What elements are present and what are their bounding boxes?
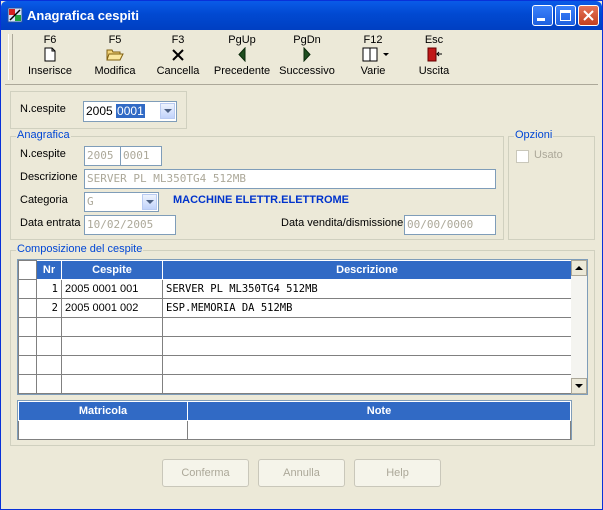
help-button[interactable]: Help	[354, 459, 441, 487]
ncespite-label: N.cespite	[20, 148, 66, 160]
table-row[interactable]	[18, 374, 572, 394]
cell-descrizione: SERVER PL ML350TG4 512MB	[162, 279, 572, 299]
table-row[interactable]	[18, 317, 572, 337]
confirm-button[interactable]: Conferma	[162, 459, 249, 487]
anagrafica-legend: Anagrafica	[16, 129, 71, 141]
data-entrata-field[interactable]: 10/02/2005	[84, 215, 176, 235]
ncespite-number-field[interactable]: 0001	[120, 146, 162, 166]
matricola-table: Matricola Note	[18, 401, 571, 440]
composizione-grid: Nr Cespite Descrizione 1 2005 0001 001 S…	[17, 259, 588, 395]
new-document-icon	[44, 47, 56, 62]
categoria-description: MACCHINE ELETTR.ELETTROME	[173, 194, 349, 206]
previous-button[interactable]: PgUp Precedente	[211, 34, 273, 82]
cell-nr: 1	[36, 279, 62, 299]
open-folder-icon	[106, 49, 124, 61]
composizione-legend: Composizione del cespite	[16, 243, 144, 255]
table-header: Matricola Note	[18, 401, 571, 421]
ncespite-year-field[interactable]: 2005	[84, 146, 121, 166]
cespite-select-year: 2005	[86, 104, 113, 118]
scroll-down-button[interactable]	[571, 378, 587, 394]
minimize-icon	[537, 18, 545, 21]
table-row[interactable]	[18, 336, 572, 356]
arrow-left-icon	[238, 46, 246, 63]
descrizione-field[interactable]: SERVER PL ML350TG4 512MB	[84, 169, 496, 189]
minimize-button[interactable]	[532, 5, 553, 26]
delete-x-icon	[172, 49, 184, 61]
matricola-grid: Matricola Note	[17, 400, 572, 440]
table-row[interactable]: 1 2005 0001 001 SERVER PL ML350TG4 512MB	[18, 279, 572, 299]
close-button[interactable]	[578, 5, 599, 26]
toolbar: F6 Inserisce F5 Modifica F3 Cancella PgU…	[5, 32, 598, 85]
categoria-value: G	[87, 195, 94, 208]
data-vendita-label: Data vendita/dismissione	[281, 217, 404, 229]
cell-cespite: 2005 0001 001	[61, 279, 163, 299]
modify-button[interactable]: F5 Modifica	[89, 34, 141, 82]
column-cespite[interactable]: Cespite	[61, 260, 163, 280]
column-matricola[interactable]: Matricola	[18, 401, 188, 421]
composizione-table: Nr Cespite Descrizione 1 2005 0001 001 S…	[18, 260, 572, 394]
composizione-group: Composizione del cespite Nr Cespite Desc…	[10, 243, 595, 446]
next-button[interactable]: PgDn Successivo	[276, 34, 338, 82]
header-corner	[18, 260, 37, 280]
column-descrizione[interactable]: Descrizione	[162, 260, 572, 280]
column-nr[interactable]: Nr	[36, 260, 62, 280]
exit-button[interactable]: Esc Uscita	[411, 34, 457, 82]
cell-nr: 2	[36, 298, 62, 318]
data-vendita-field[interactable]: 00/00/0000	[404, 215, 496, 235]
app-icon	[7, 7, 23, 23]
search-label: N.cespite	[20, 103, 66, 115]
descrizione-label: Descrizione	[20, 171, 78, 183]
cell-cespite: 2005 0001 002	[61, 298, 163, 318]
table-header: Nr Cespite Descrizione	[18, 260, 572, 280]
opzioni-legend: Opzioni	[514, 129, 554, 141]
various-button[interactable]: F12 Varie	[347, 34, 399, 82]
title-bar[interactable]: Anagrafica cespiti	[1, 1, 602, 30]
anagrafica-group: Anagrafica N.cespite 2005 0001 Descrizio…	[10, 129, 504, 240]
main-window: Anagrafica cespiti F6 Inserisce F5 Modif…	[0, 0, 603, 510]
cespite-select[interactable]: 2005 0001	[83, 101, 177, 122]
usato-checkbox[interactable]	[516, 150, 529, 163]
cell-descrizione: ESP.MEMORIA DA 512MB	[162, 298, 572, 318]
delete-button[interactable]: F3 Cancella	[153, 34, 203, 82]
opzioni-group: Opzioni Usato	[508, 129, 595, 240]
window-title: Anagrafica cespiti	[27, 8, 139, 23]
table-row[interactable]	[18, 355, 572, 375]
search-panel: N.cespite 2005 0001	[10, 91, 187, 129]
chevron-down-icon[interactable]	[142, 194, 157, 210]
cancel-button[interactable]: Annulla	[258, 459, 345, 487]
table-row[interactable]: 2 2005 0001 002 ESP.MEMORIA DA 512MB	[18, 298, 572, 318]
column-note[interactable]: Note	[187, 401, 571, 421]
exit-door-icon	[427, 47, 442, 62]
categoria-select[interactable]: G	[84, 192, 159, 212]
vertical-scrollbar[interactable]	[571, 260, 587, 394]
maximize-icon	[560, 10, 571, 21]
maximize-button[interactable]	[555, 5, 576, 26]
toolbar-grip[interactable]	[8, 34, 13, 80]
data-entrata-label: Data entrata	[20, 217, 81, 229]
categoria-label: Categoria	[20, 194, 68, 206]
insert-button[interactable]: F6 Inserisce	[23, 34, 77, 82]
arrow-up-icon	[575, 266, 583, 270]
cespite-select-number: 0001	[116, 104, 145, 118]
table-row[interactable]	[18, 420, 571, 440]
arrow-down-icon	[575, 384, 583, 388]
arrow-right-icon	[303, 46, 311, 63]
book-dropdown-icon	[362, 47, 389, 62]
chevron-down-icon[interactable]	[160, 103, 175, 119]
close-icon	[583, 10, 594, 21]
scroll-up-button[interactable]	[571, 260, 587, 276]
usato-label: Usato	[534, 149, 563, 161]
